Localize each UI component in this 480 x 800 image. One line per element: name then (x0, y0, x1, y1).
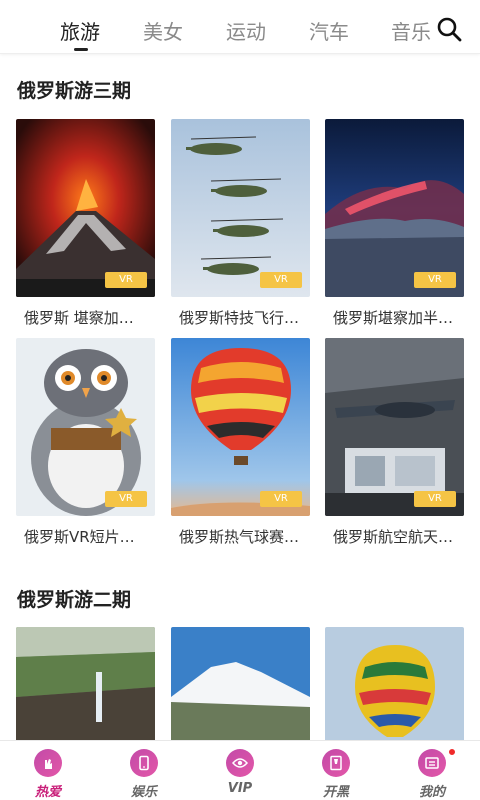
hand-icon (34, 749, 62, 777)
nav-label: 我的 (418, 785, 445, 800)
video-thumbnail: VR (16, 119, 155, 297)
section-title: 俄罗斯游二期 (17, 589, 132, 611)
nav-item-profile[interactable]: 我的 (384, 741, 480, 800)
vr-badge: VR (260, 272, 302, 288)
nav-label: 娱乐 (130, 785, 157, 800)
nav-label: 开黑 (322, 785, 349, 800)
tab-music[interactable]: 音乐 (391, 16, 431, 45)
video-card[interactable]: VR 俄罗斯堪察加半… (325, 119, 464, 328)
video-caption: 俄罗斯堪察加半… (333, 309, 454, 327)
video-caption: 俄罗斯 堪察加… (24, 309, 134, 327)
vr-badge: VR (414, 491, 456, 507)
game-icon (322, 749, 350, 777)
video-caption: 俄罗斯VR短片… (24, 528, 135, 546)
vr-badge: VR (105, 491, 147, 507)
tab-travel[interactable]: 旅游 (60, 16, 100, 45)
vr-badge: VR (260, 491, 302, 507)
bottom-navigation: 热爱 娱乐 VIP 开黑 我的 (0, 740, 480, 800)
nav-item-entertainment[interactable]: 娱乐 (96, 741, 192, 800)
tab-sports[interactable]: 运动 (226, 16, 266, 45)
section-title: 俄罗斯游三期 (17, 80, 132, 102)
video-thumbnail: VR (171, 338, 310, 516)
video-card[interactable]: VR 俄罗斯航空航天… (325, 338, 464, 547)
nav-label: VIP (227, 781, 253, 796)
vr-badge: VR (105, 272, 147, 288)
video-thumbnail: VR (325, 119, 464, 297)
video-thumbnail: VR (16, 338, 155, 516)
active-tab-indicator (74, 48, 88, 51)
search-icon[interactable] (436, 16, 462, 42)
nav-item-game[interactable]: 开黑 (288, 741, 384, 800)
nav-item-vip[interactable]: VIP (192, 741, 288, 800)
notification-dot (448, 748, 456, 756)
video-card[interactable]: VR 俄罗斯热气球赛… (171, 338, 310, 547)
video-caption: 俄罗斯特技飞行… (179, 309, 300, 327)
nav-item-hot[interactable]: 热爱 (0, 741, 96, 800)
video-thumbnail: VR (171, 119, 310, 297)
video-caption: 俄罗斯航空航天… (333, 528, 454, 546)
top-tab-bar: 旅游 美女 运动 汽车 音乐 (0, 0, 480, 54)
app-screen: 旅游 美女 运动 汽车 音乐 俄罗斯游三期 VR 俄罗斯 堪察加… VR 俄罗斯… (0, 0, 480, 800)
video-card[interactable]: VR 俄罗斯特技飞行… (171, 119, 310, 328)
vr-badge: VR (414, 272, 456, 288)
video-card[interactable]: VR 俄罗斯VR短片… (16, 338, 155, 547)
nav-label: 热爱 (34, 785, 61, 800)
phone-icon (130, 749, 158, 777)
video-card[interactable]: VR 俄罗斯 堪察加… (16, 119, 155, 328)
video-caption: 俄罗斯热气球赛… (179, 528, 300, 546)
profile-icon (418, 749, 446, 777)
tab-cars[interactable]: 汽车 (309, 16, 349, 45)
vip-icon (226, 749, 254, 777)
video-thumbnail: VR (325, 338, 464, 516)
tab-beauty[interactable]: 美女 (143, 16, 183, 45)
